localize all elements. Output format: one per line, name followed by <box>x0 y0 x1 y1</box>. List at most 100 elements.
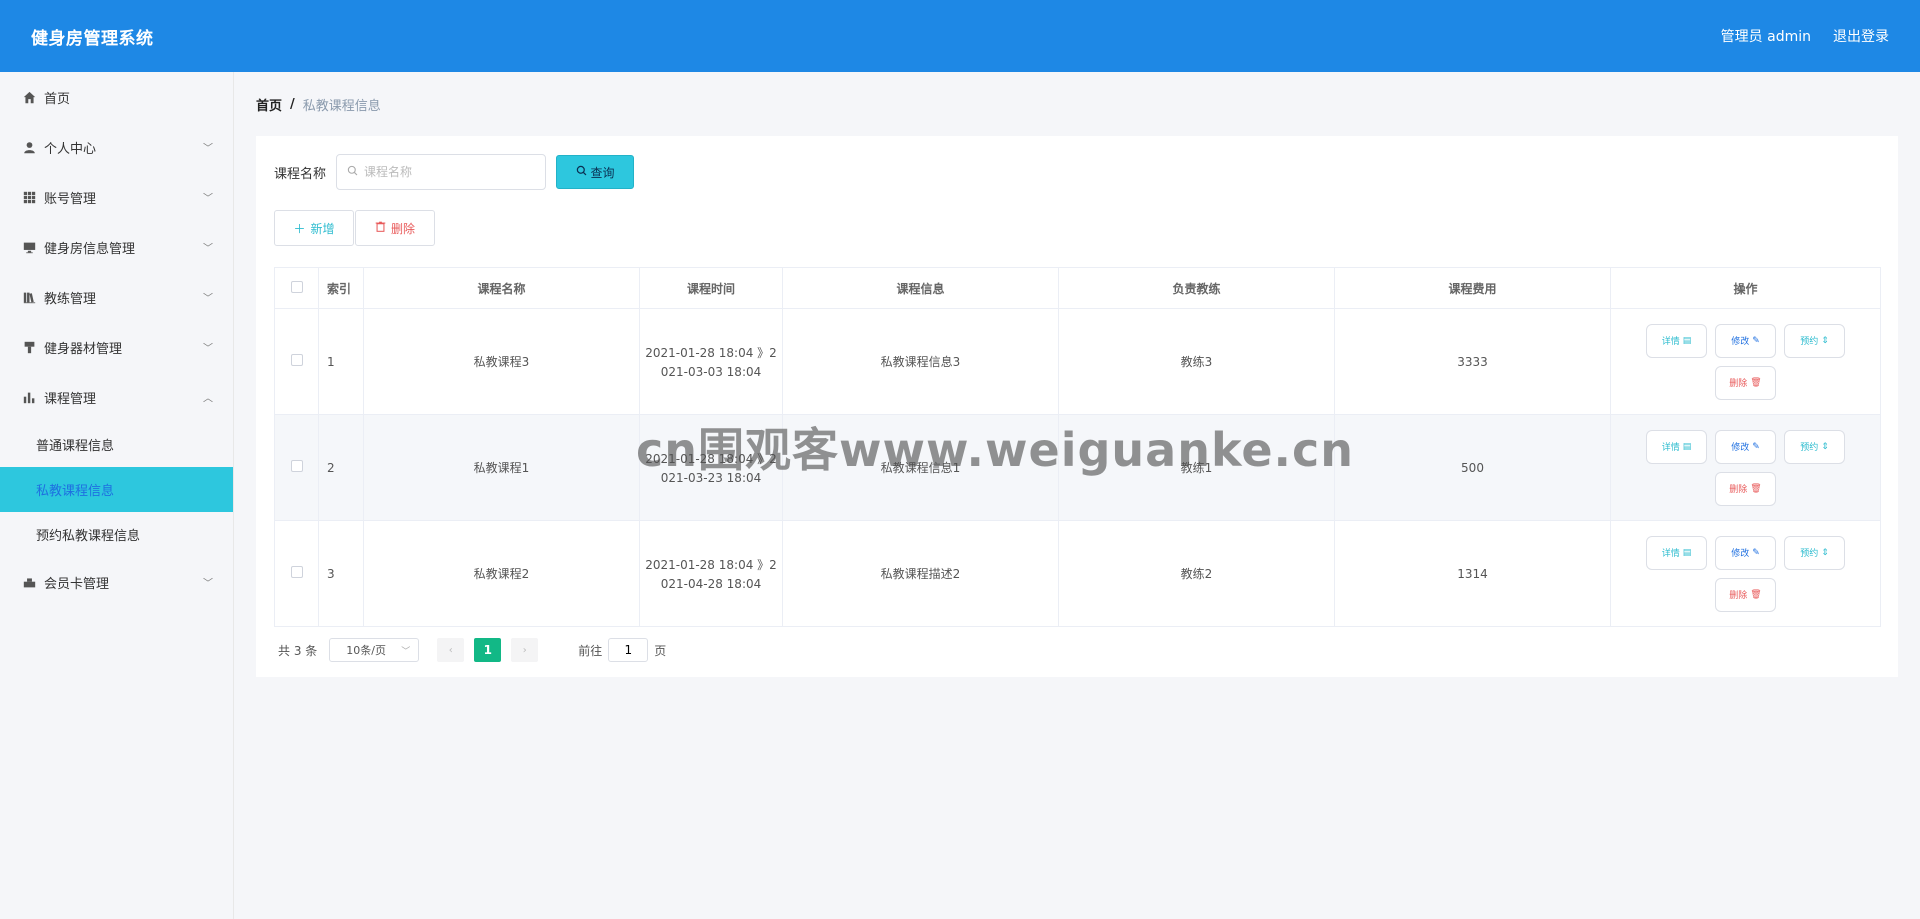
row-checkbox[interactable] <box>290 460 303 472</box>
add-button[interactable]: ＋ 新增 <box>274 210 354 246</box>
select-all-checkbox[interactable] <box>290 280 303 293</box>
goto-page-input[interactable] <box>608 638 649 662</box>
app-title: 健身房管理系统 <box>31 28 154 49</box>
row-checkbox[interactable] <box>290 354 303 366</box>
sidebar-subitem-private-course[interactable]: 私教课程信息 <box>0 467 233 512</box>
row-coach: 教练3 <box>1058 308 1335 415</box>
book-icon <box>22 290 36 304</box>
user-icon <box>22 140 36 154</box>
delete-button-label: 删除 <box>390 221 415 236</box>
book-button[interactable]: 预约 ⇕ <box>1784 535 1845 570</box>
breadcrumb-current: 私教课程信息 <box>302 98 381 114</box>
select-all-cell[interactable] <box>274 267 319 309</box>
grid-icon <box>22 190 36 204</box>
breadcrumb-home[interactable]: 首页 <box>256 95 282 114</box>
sidebar-item-label: 首页 <box>44 91 71 107</box>
detail-button[interactable]: 详情 ▤ <box>1646 429 1707 464</box>
sidebar-subitem-book-private-course[interactable]: 预约私教课程信息 <box>0 512 233 557</box>
goto-suffix: 页 <box>654 643 667 658</box>
search-icon <box>347 165 358 179</box>
row-course-name: 私教课程1 <box>363 414 640 521</box>
course-name-input[interactable] <box>364 165 525 179</box>
column-header-index: 索引 <box>318 267 364 309</box>
search-input-wrapper[interactable] <box>336 154 547 190</box>
edit-button[interactable]: 修改 ✎ <box>1715 535 1776 570</box>
sidebar-item-label: 课程管理 <box>44 391 97 407</box>
prev-page-button[interactable]: ‹ <box>437 638 465 662</box>
admin-user-link[interactable]: 管理员 admin <box>1721 26 1811 46</box>
row-ops: 详情 ▤ 修改 ✎ 预约 ⇕ 删除 🗑 <box>1610 308 1881 415</box>
action-row: ＋ 新增 删除 <box>274 210 1880 246</box>
logout-link[interactable]: 退出登录 <box>1833 26 1889 46</box>
delete-button[interactable]: 删除 🗑 <box>1715 365 1776 400</box>
chevron-down-icon: ﹀ <box>203 193 213 205</box>
table-row: 3 私教课程2 2021-01-28 18:04 》2 021-04-28 18… <box>274 520 1881 627</box>
page-number-current[interactable]: 1 <box>474 638 502 662</box>
row-ops: 详情 ▤ 修改 ✎ 预约 ⇕ 删除 🗑 <box>1610 520 1881 627</box>
delete-button[interactable]: 删除 🗑 <box>1715 471 1776 506</box>
sidebar-item-label: 个人中心 <box>44 141 97 157</box>
batch-delete-button[interactable]: 删除 <box>355 210 435 246</box>
sidebar-item-home[interactable]: 首页 <box>0 72 233 122</box>
column-header-course-name: 课程名称 <box>363 267 640 309</box>
page-size-select[interactable]: 10条/页 ﹀ <box>329 638 420 662</box>
sidebar-item-course-management[interactable]: 课程管理 ︿ <box>0 372 233 422</box>
sidebar-item-coach-management[interactable]: 教练管理 ﹀ <box>0 272 233 322</box>
delete-button[interactable]: 删除 🗑 <box>1715 577 1776 612</box>
book-button[interactable]: 预约 ⇕ <box>1784 323 1845 358</box>
content-panel: 课程名称 查询 ＋ 新增 <box>256 136 1898 677</box>
row-ops-group: 详情 ▤ 修改 ✎ 预约 ⇕ 删除 🗑 <box>1646 323 1846 400</box>
sidebar-item-gym-info[interactable]: 健身房信息管理 ﹀ <box>0 222 233 272</box>
document-icon: ▤ <box>1682 335 1692 346</box>
goto-page: 前往 页 <box>578 638 666 662</box>
chevron-down-icon: ﹀ <box>203 343 213 355</box>
sidebar-subitem-regular-course[interactable]: 普通课程信息 <box>0 422 233 467</box>
edit-button[interactable]: 修改 ✎ <box>1715 429 1776 464</box>
sidebar-item-label: 健身器材管理 <box>44 341 123 357</box>
chevron-down-icon: ﹀ <box>203 293 213 305</box>
home-icon <box>22 90 36 104</box>
row-checkbox[interactable] <box>290 566 303 578</box>
header-actions: 管理员 admin 退出登录 <box>1721 26 1889 46</box>
row-index: 1 <box>318 308 364 415</box>
equipment-icon <box>22 340 36 354</box>
detail-button[interactable]: 详情 ▤ <box>1646 323 1707 358</box>
column-header-course-info: 课程信息 <box>782 267 1059 309</box>
plus-icon: ＋ <box>293 221 306 236</box>
detail-label: 详情 <box>1661 337 1680 347</box>
document-icon: ▤ <box>1682 547 1692 558</box>
detail-label: 详情 <box>1661 443 1680 453</box>
document-icon: ▤ <box>1682 441 1692 452</box>
row-course-name: 私教课程3 <box>363 308 640 415</box>
sidebar-item-account-management[interactable]: 账号管理 ﹀ <box>0 172 233 222</box>
pencil-icon: ✎ <box>1752 335 1760 346</box>
row-course-time: 2021-01-28 18:04 》2 021-04-28 18:04 <box>639 520 783 627</box>
query-button[interactable]: 查询 <box>556 155 635 189</box>
add-button-label: 新增 <box>310 221 335 236</box>
detail-button[interactable]: 详情 ▤ <box>1646 535 1707 570</box>
edit-button[interactable]: 修改 ✎ <box>1715 323 1776 358</box>
trash-icon: 🗑 <box>1750 377 1762 388</box>
row-select-cell[interactable] <box>274 308 319 415</box>
goto-label: 前往 <box>578 643 603 658</box>
table-row: 1 私教课程3 2021-01-28 18:04 》2 021-03-03 18… <box>274 308 1881 415</box>
next-page-button[interactable]: › <box>511 638 539 662</box>
card-icon <box>22 575 36 589</box>
sidebar-item-equipment-management[interactable]: 健身器材管理 ﹀ <box>0 322 233 372</box>
pencil-icon: ✎ <box>1752 547 1760 558</box>
search-label: 课程名称 <box>274 166 327 182</box>
sidebar-item-personal-center[interactable]: 个人中心 ﹀ <box>0 122 233 172</box>
row-course-name: 私教课程2 <box>363 520 640 627</box>
book-button[interactable]: 预约 ⇕ <box>1784 429 1845 464</box>
pencil-icon: ✎ <box>1752 441 1760 452</box>
row-index: 2 <box>318 414 364 521</box>
sidebar-item-label: 会员卡管理 <box>44 576 110 592</box>
pagination: 共 3 条 10条/页 ﹀ ‹ 1 › 前往 页 <box>274 638 1880 662</box>
sidebar-item-membership-card[interactable]: 会员卡管理 ﹀ <box>0 557 233 607</box>
search-icon <box>576 165 587 179</box>
chevron-down-icon: ﹀ <box>203 143 213 155</box>
trash-icon: 🗑 <box>1750 483 1762 494</box>
search-row: 课程名称 查询 <box>274 154 1880 190</box>
row-select-cell[interactable] <box>274 414 319 521</box>
row-select-cell[interactable] <box>274 520 319 627</box>
